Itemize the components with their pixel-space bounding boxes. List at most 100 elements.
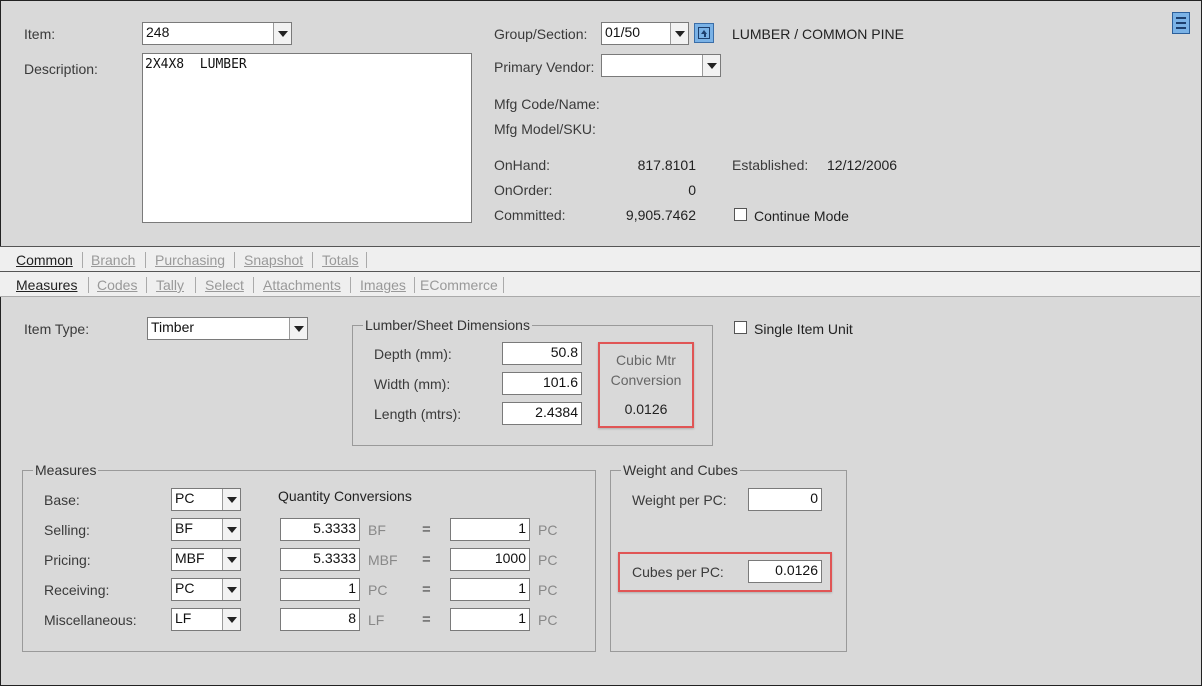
chevron-down-icon[interactable]: [222, 489, 240, 510]
unit-value: MBF: [175, 550, 205, 566]
committed-label: Committed:: [494, 207, 566, 223]
tab-separator: [88, 277, 89, 293]
tab-images[interactable]: Images: [360, 277, 406, 293]
single-item-unit-checkbox[interactable]: [734, 321, 747, 334]
divider: [0, 296, 1200, 297]
quantity-conversions-label: Quantity Conversions: [278, 488, 412, 504]
chevron-down-icon[interactable]: [289, 318, 307, 339]
length-input[interactable]: 2.4384: [502, 402, 582, 425]
tab-purchasing[interactable]: Purchasing: [155, 252, 225, 268]
committed-value: 9,905.7462: [625, 207, 696, 223]
item-type-value: Timber: [151, 319, 195, 335]
misc-right-input[interactable]: 1: [450, 608, 530, 631]
receiving-unit-combo[interactable]: PC: [171, 578, 241, 601]
onhand-value: 817.8101: [637, 157, 696, 173]
tab-separator: [234, 252, 235, 268]
receiving-right-input[interactable]: 1: [450, 578, 530, 601]
weight-per-pc-input[interactable]: 0: [748, 488, 822, 511]
pricing-right-input[interactable]: 1000: [450, 548, 530, 571]
measure-row-label: Pricing:: [44, 552, 91, 568]
tab-common[interactable]: Common: [16, 252, 73, 268]
description-textarea[interactable]: 2X4X8 LUMBER: [142, 53, 472, 223]
unit-value: BF: [175, 520, 193, 536]
chevron-down-icon[interactable]: [670, 23, 688, 44]
measure-row-label: Selling:: [44, 522, 90, 538]
tab-snapshot[interactable]: Snapshot: [244, 252, 303, 268]
weight-cubes-group-title: Weight and Cubes: [621, 462, 740, 478]
group-section-combo[interactable]: 01/50: [601, 22, 689, 45]
mfg-model-label: Mfg Model/SKU:: [494, 121, 596, 137]
item-type-label: Item Type:: [24, 321, 90, 337]
receiving-right-unit: PC: [538, 582, 558, 598]
tab-separator: [366, 252, 367, 268]
top-tab-bar: Common Branch Purchasing Snapshot Totals: [0, 247, 1200, 271]
tab-separator: [414, 277, 415, 293]
selling-right-input[interactable]: 1: [450, 518, 530, 541]
tab-measures[interactable]: Measures: [16, 277, 77, 293]
depth-label: Depth (mm):: [374, 346, 452, 362]
equals-sign: =: [422, 551, 431, 568]
sub-tab-bar: Measures Codes Tally Select Attachments …: [0, 272, 1200, 296]
tab-separator: [195, 277, 196, 293]
group-section-value: 01/50: [605, 24, 641, 40]
unit-value: LF: [175, 610, 192, 626]
chevron-down-icon[interactable]: [702, 55, 720, 76]
chevron-down-icon[interactable]: [222, 609, 240, 630]
length-label: Length (mtrs):: [374, 406, 462, 422]
group-section-label: Group/Section:: [494, 26, 588, 42]
tab-separator: [350, 277, 351, 293]
chevron-down-icon[interactable]: [222, 579, 240, 600]
item-value: 248: [146, 24, 170, 40]
primary-vendor-combo[interactable]: [601, 54, 721, 77]
width-label: Width (mm):: [374, 376, 451, 392]
chevron-down-icon[interactable]: [222, 519, 240, 540]
selling-left-unit: BF: [368, 522, 386, 538]
tab-ecommerce[interactable]: ECommerce: [420, 277, 498, 293]
base-unit-combo[interactable]: PC: [171, 488, 241, 511]
misc-unit-combo[interactable]: LF: [171, 608, 241, 631]
established-value: 12/12/2006: [827, 157, 898, 173]
tab-attachments[interactable]: Attachments: [263, 277, 341, 293]
width-input[interactable]: 101.6: [502, 372, 582, 395]
weight-per-pc-label: Weight per PC:: [632, 492, 727, 508]
tab-select[interactable]: Select: [205, 277, 244, 293]
depth-input[interactable]: 50.8: [502, 342, 582, 365]
cubic-value: 0.0126: [624, 401, 668, 417]
receiving-left-unit: PC: [368, 582, 388, 598]
receiving-left-input[interactable]: 1: [280, 578, 360, 601]
dimensions-group-title: Lumber/Sheet Dimensions: [363, 317, 532, 333]
tab-codes[interactable]: Codes: [97, 277, 137, 293]
continue-mode-checkbox[interactable]: [734, 208, 747, 221]
pricing-right-unit: PC: [538, 552, 558, 568]
continue-mode-label: Continue Mode: [754, 208, 849, 224]
item-combo[interactable]: 248: [142, 22, 292, 45]
primary-vendor-label: Primary Vendor:: [494, 59, 595, 75]
chevron-down-icon[interactable]: [273, 23, 291, 44]
tab-separator: [145, 252, 146, 268]
group-lookup-icon[interactable]: [694, 23, 714, 43]
pricing-left-input[interactable]: 5.3333: [280, 548, 360, 571]
selling-unit-combo[interactable]: BF: [171, 518, 241, 541]
measure-row-label: Base:: [44, 492, 80, 508]
tab-totals[interactable]: Totals: [322, 252, 359, 268]
misc-left-input[interactable]: 8: [280, 608, 360, 631]
chevron-down-icon[interactable]: [222, 549, 240, 570]
cubes-per-pc-label: Cubes per PC:: [632, 564, 724, 580]
menu-icon[interactable]: [1172, 12, 1190, 34]
misc-left-unit: LF: [368, 612, 385, 628]
onorder-label: OnOrder:: [494, 182, 553, 198]
item-type-combo[interactable]: Timber: [147, 317, 308, 340]
onorder-value: 0: [688, 182, 696, 198]
equals-sign: =: [422, 611, 431, 628]
tab-tally[interactable]: Tally: [156, 277, 184, 293]
cubes-per-pc-input[interactable]: 0.0126: [748, 560, 822, 583]
measure-row-label: Miscellaneous:: [44, 612, 137, 628]
unit-value: PC: [175, 490, 195, 506]
selling-left-input[interactable]: 5.3333: [280, 518, 360, 541]
tab-separator: [146, 277, 147, 293]
tab-separator: [82, 252, 83, 268]
tab-branch[interactable]: Branch: [91, 252, 135, 268]
pricing-unit-combo[interactable]: MBF: [171, 548, 241, 571]
established-label: Established:: [732, 157, 809, 173]
selling-right-unit: PC: [538, 522, 558, 538]
